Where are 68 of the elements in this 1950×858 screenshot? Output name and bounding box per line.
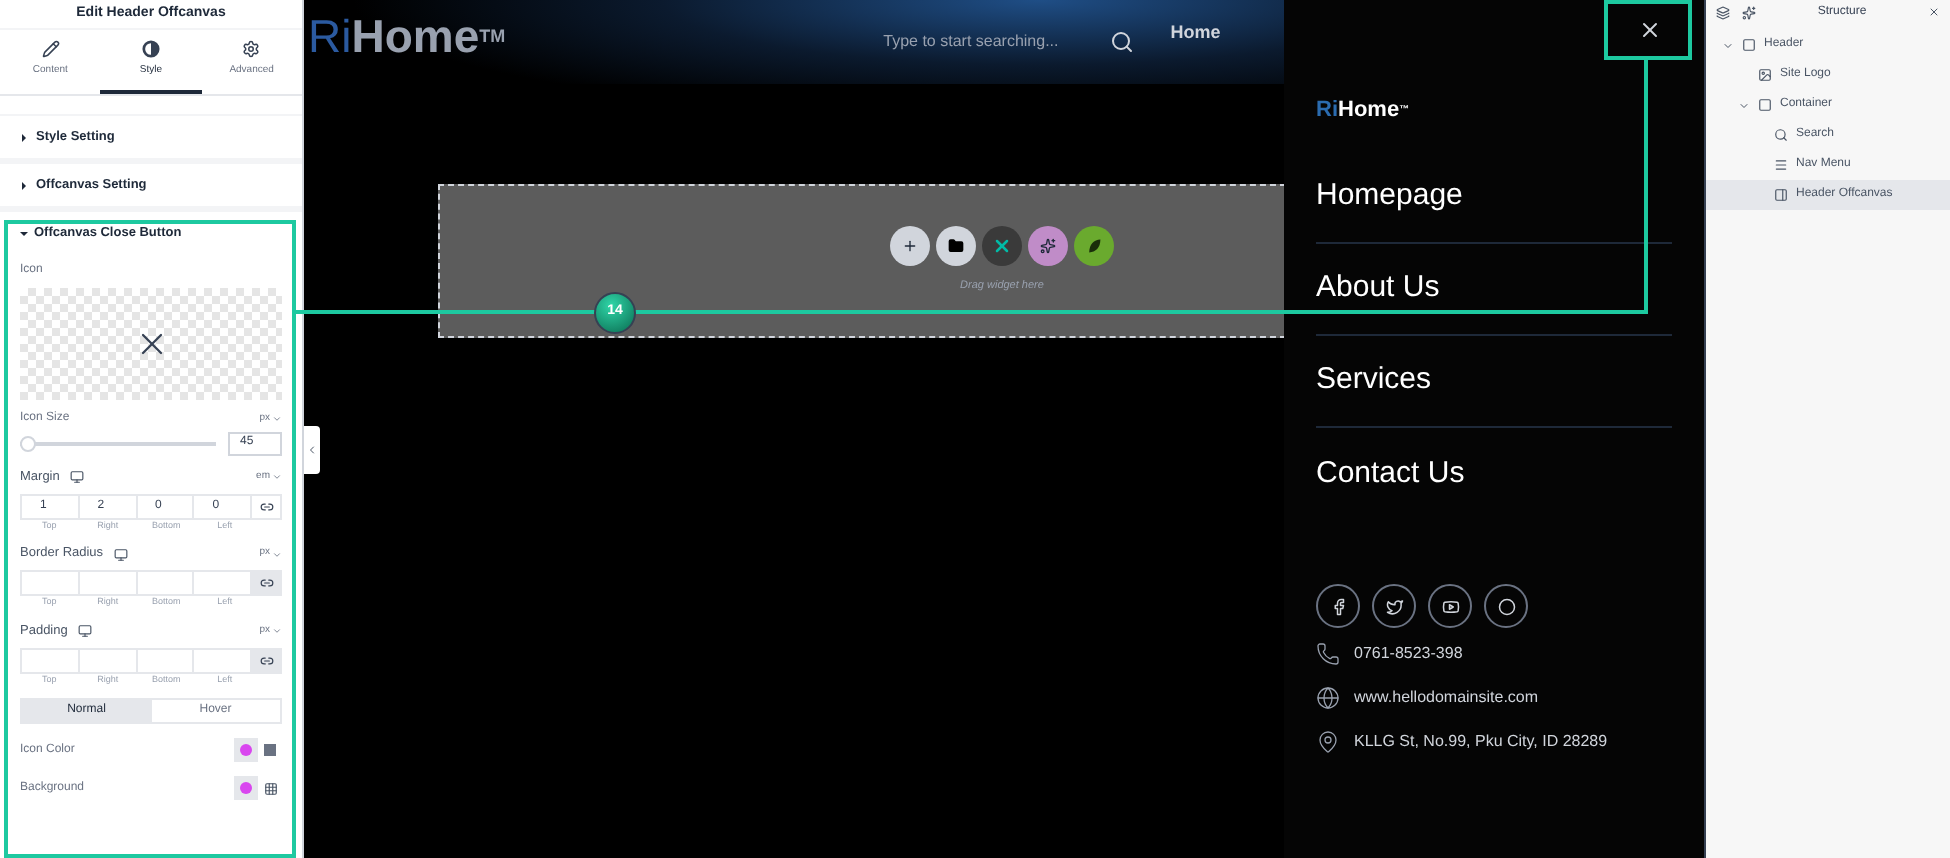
close-icon [1638, 18, 1662, 42]
leaf-icon [1086, 238, 1102, 255]
link-icon [259, 576, 273, 590]
link-icon [259, 499, 273, 513]
sparkle-icon [1040, 238, 1056, 255]
menu-icon [1774, 158, 1788, 172]
square-icon [1758, 98, 1772, 112]
template-button[interactable] [936, 226, 976, 267]
phone-icon [1316, 641, 1340, 665]
search-icon[interactable] [1110, 30, 1135, 54]
sparkle-icon[interactable] [1742, 5, 1756, 19]
slider-track[interactable] [20, 441, 216, 446]
caret-icon [272, 626, 282, 637]
slider-thumb[interactable] [20, 435, 36, 452]
social-button[interactable] [1316, 584, 1360, 628]
monitor-icon [113, 547, 128, 562]
link-button[interactable] [252, 572, 280, 594]
search-icon [1774, 128, 1788, 142]
contact-text: 0761-8523-398 [1354, 641, 1463, 665]
social-button[interactable] [1484, 584, 1528, 628]
monitor-icon [69, 470, 84, 485]
social-button[interactable] [1428, 584, 1472, 628]
leaf-button[interactable] [1074, 226, 1114, 267]
global-icon [240, 744, 252, 757]
global-icon [240, 782, 252, 795]
link-button[interactable] [252, 649, 280, 671]
caret-icon [272, 413, 282, 424]
global-color-button[interactable] [234, 738, 258, 763]
caret-icon [272, 472, 282, 483]
add-button[interactable] [890, 226, 930, 267]
menu-link[interactable]: Contact Us [1316, 451, 1465, 497]
globe-icon [1316, 685, 1340, 709]
monitor-icon [77, 624, 92, 639]
panel-icon [1774, 188, 1788, 202]
contact-text: KLLG St, No.99, Pku City, ID 28289 [1354, 729, 1608, 753]
menu-link[interactable]: About Us [1316, 266, 1440, 312]
menu-link[interactable]: Services [1316, 358, 1432, 404]
nav-link[interactable]: Home [1170, 20, 1221, 48]
facebook-icon [1329, 597, 1347, 615]
contrast-icon [141, 40, 160, 59]
swatch-icon [264, 744, 276, 757]
folder-icon [948, 238, 964, 255]
square-icon [1742, 38, 1756, 52]
link-icon [259, 653, 273, 667]
site-logo[interactable]: RiHome$^{™}$ [1316, 98, 1410, 122]
twitter-icon [1385, 597, 1403, 615]
menu-link[interactable]: Homepage [1316, 174, 1463, 220]
search-field[interactable]: Type to start searching... [883, 30, 1059, 54]
chevron-left-icon [306, 444, 318, 456]
close-icon[interactable] [1928, 6, 1940, 18]
plus-icon [902, 238, 918, 255]
gear-icon [242, 40, 261, 59]
layers-icon[interactable] [1716, 5, 1730, 19]
kit-button[interactable] [982, 226, 1022, 267]
pencil-icon [41, 40, 60, 59]
cross-icon [992, 236, 1012, 257]
pattern-icon [263, 781, 277, 796]
site-logo[interactable]: RiHome$^{TM}$ [308, 9, 506, 62]
youtube-icon [1441, 597, 1459, 615]
global-color-button[interactable] [234, 776, 258, 801]
collapse-handle[interactable] [304, 426, 320, 474]
highlight-frame [1604, 0, 1692, 60]
contact-text: www.hellodomainsite.com [1354, 685, 1539, 709]
map-pin-icon [1316, 729, 1340, 753]
social-button[interactable] [1372, 584, 1416, 628]
ai-button[interactable] [1028, 226, 1068, 267]
image-icon [1758, 68, 1772, 82]
caret-icon [272, 549, 282, 560]
